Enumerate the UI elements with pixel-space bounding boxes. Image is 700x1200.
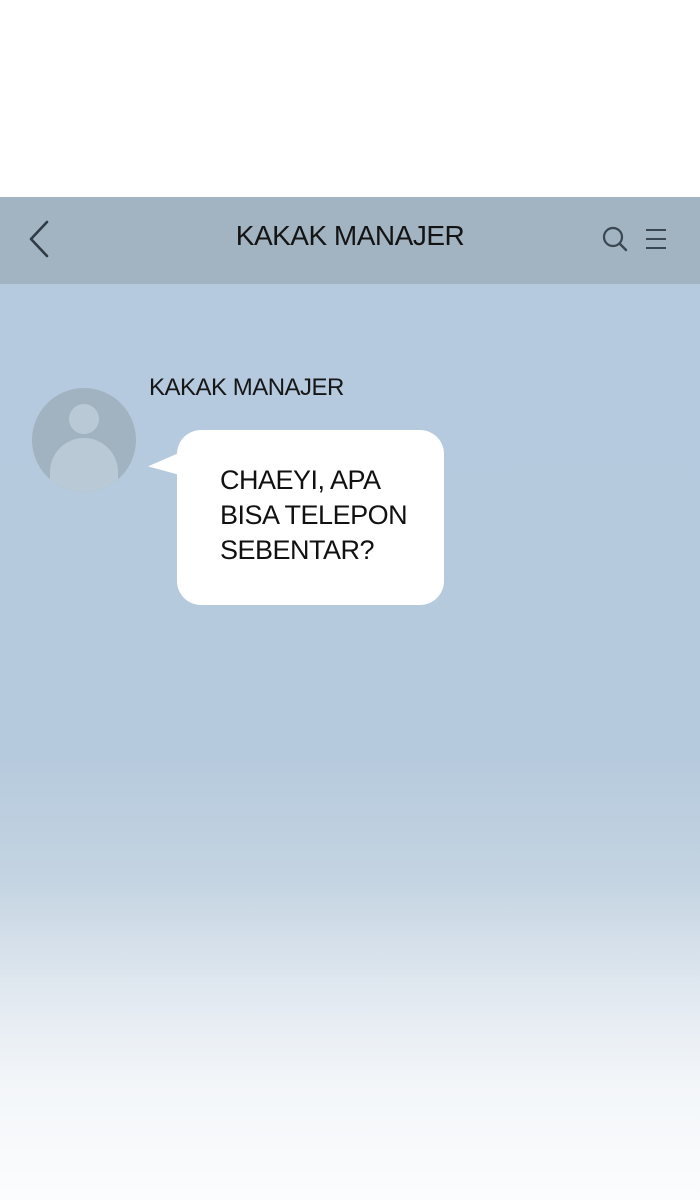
back-button[interactable] — [22, 217, 56, 261]
chat-window: KAKAK MANAJER KAKAK MANAJER CHAEYI, APA … — [0, 197, 700, 1200]
chat-header: KAKAK MANAJER — [0, 197, 700, 284]
chat-title: KAKAK MANAJER — [235, 220, 465, 251]
chevron-left-icon — [29, 220, 49, 258]
message-text: CHAEYI, APA BISA TELEPON SEBENTAR? — [220, 465, 408, 565]
default-avatar-icon[interactable] — [32, 388, 136, 492]
menu-button[interactable] — [643, 226, 669, 252]
message-sender-name: KAKAK MANAJER — [149, 374, 344, 401]
search-button[interactable] — [600, 224, 630, 254]
chat-messages-area: KAKAK MANAJER CHAEYI, APA BISA TELEPON S… — [0, 284, 700, 1200]
message-bubble[interactable]: CHAEYI, APA BISA TELEPON SEBENTAR? — [177, 430, 444, 605]
menu-icon — [646, 229, 666, 249]
search-icon — [602, 226, 628, 252]
avatar-head — [69, 404, 99, 434]
avatar-shoulders — [50, 438, 118, 492]
